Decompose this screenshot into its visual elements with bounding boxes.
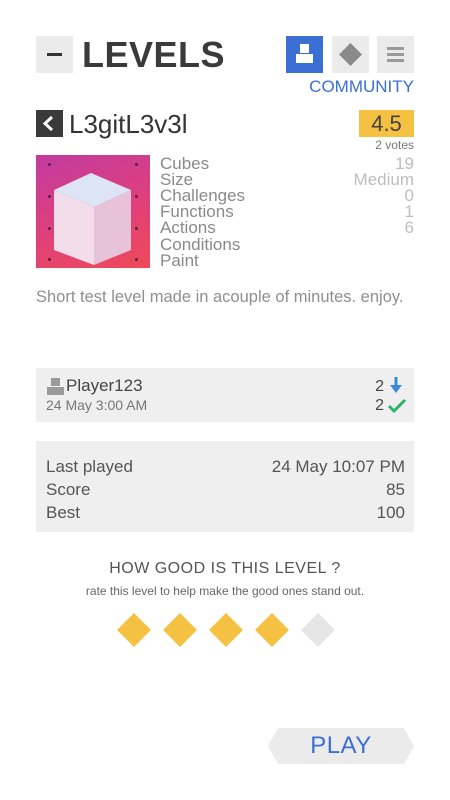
chevron-left-icon [42,115,54,132]
stat-label-actions: Actions [160,218,216,237]
rating-diamond-1[interactable] [117,613,151,647]
completions-count: 2 [375,397,384,414]
rating-diamond-4[interactable] [255,613,289,647]
stat-value-challenges: 0 [404,186,414,205]
rating-badge: 4.5 [359,110,414,137]
stat-label-paint: Paint [160,251,199,270]
grid-dot [135,163,138,166]
back-button[interactable] [36,110,63,137]
author-date: 24 May 3:00 AM [46,397,148,413]
grid-dot [48,227,51,230]
rating-diamond-5[interactable] [301,613,335,647]
tab-list[interactable] [377,36,414,73]
cube-preview [54,173,131,265]
grid-dot [135,195,138,198]
checkmark-icon [387,398,407,414]
downloads-count: 2 [375,378,384,395]
page-title: LEVELS [82,34,226,75]
tab-community[interactable] [286,36,323,73]
best-label: Best [46,503,81,522]
tab-featured[interactable] [332,36,369,73]
player-icon [47,378,64,395]
stat-value-size: Medium [353,170,414,189]
last-played-label: Last played [46,457,133,476]
score-value: 85 [386,480,405,499]
author-name: Player123 [66,376,143,395]
rating-diamond-3[interactable] [209,613,243,647]
stat-value-functions: 1 [404,202,414,221]
level-thumbnail [36,155,150,268]
grid-dot [135,258,138,261]
grid-dot [48,195,51,198]
rate-prompt-subtitle: rate this level to help make the good on… [85,584,365,598]
play-button-label[interactable]: PLAY [268,728,414,764]
collapse-button[interactable] [36,36,73,73]
score-label: Score [46,480,91,499]
grid-dot [48,258,51,261]
last-played-value: 24 May 10:07 PM [271,457,405,476]
level-name: L3gitL3v3l [69,109,188,139]
level-description: Short test level made in acouple of minu… [36,288,404,306]
player-icon [296,44,313,63]
grid-dot [135,227,138,230]
best-value: 100 [376,503,405,522]
votes-count: 2 votes [375,138,414,152]
rate-prompt-title: HOW GOOD IS THIS LEVEL ? [109,560,341,577]
list-icon [387,47,404,62]
diamond-icon [339,43,362,66]
grid-dot [48,163,51,166]
tab-community-label: COMMUNITY [309,77,414,96]
rating-diamond-2[interactable] [163,613,197,647]
stat-value-actions: 6 [404,218,414,237]
download-arrow-icon [390,377,402,393]
